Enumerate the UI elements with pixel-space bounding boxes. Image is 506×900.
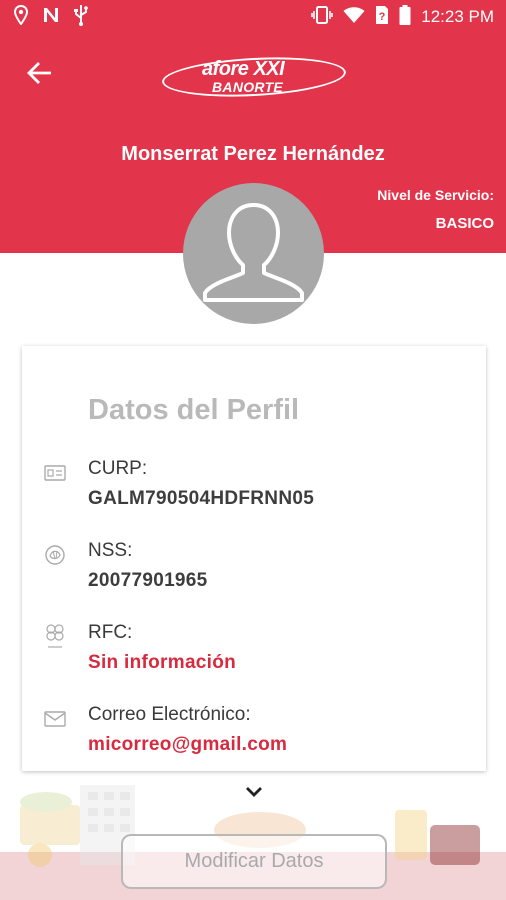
sat-icon: [42, 624, 68, 650]
nss-value: 20077901965: [88, 570, 208, 591]
curp-value: GALM790504HDFRNN05: [88, 488, 315, 509]
svg-text:?: ?: [379, 11, 386, 23]
service-level-label: Nivel de Servicio:: [377, 187, 494, 203]
profile-card: Datos del Perfil CURP: GALM790504HDFRNN0…: [22, 346, 486, 771]
chevron-down-icon: [245, 785, 263, 803]
n-notification-icon: [42, 6, 60, 29]
card-title: Datos del Perfil: [88, 394, 300, 426]
user-silhouette-icon: [183, 203, 324, 324]
service-level-value: BASICO: [435, 215, 494, 232]
curp-label: CURP:: [88, 458, 148, 479]
rfc-label: RFC:: [88, 622, 133, 643]
email-icon: [42, 706, 68, 732]
rfc-value: Sin información: [88, 652, 237, 673]
usb-icon: [74, 4, 88, 31]
vibrate-icon: [311, 5, 334, 29]
arrow-left-icon: [27, 61, 53, 90]
email-label: Correo Electrónico:: [88, 704, 251, 725]
nss-icon: [42, 542, 68, 568]
afore-banorte-logo: afore XXI BANORTE: [161, 52, 347, 101]
no-sim-icon: ?: [375, 5, 389, 30]
user-name: Monserrat Perez Hernández: [121, 143, 385, 165]
battery-icon: [399, 4, 411, 30]
logo-text-top: afore XXI: [202, 58, 285, 80]
logo-text-bottom: BANORTE: [212, 79, 284, 95]
modify-data-button[interactable]: Modificar Datos: [121, 834, 387, 889]
id-card-icon: [42, 460, 68, 486]
location-icon: [13, 4, 29, 30]
wifi-icon: [343, 6, 365, 29]
avatar: [183, 183, 324, 324]
email-value: micorreo@gmail.com: [88, 734, 288, 755]
expand-button[interactable]: [241, 785, 267, 803]
nss-label: NSS:: [88, 540, 133, 561]
status-bar: ? 12:23 PM: [0, 0, 506, 34]
back-button[interactable]: [24, 60, 56, 90]
clock: 12:23 PM: [421, 7, 494, 26]
